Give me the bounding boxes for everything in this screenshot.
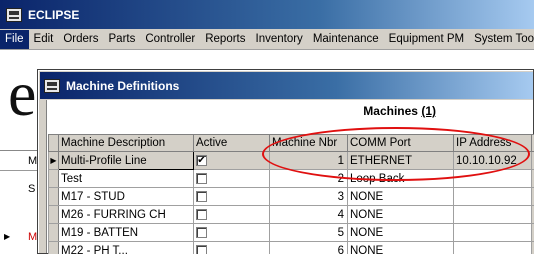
column-header-comm-port[interactable]: COMM Port <box>347 134 454 152</box>
comm-port-cell[interactable]: Loop Back <box>347 169 454 188</box>
machine-nbr-cell[interactable]: 1 <box>269 151 348 170</box>
active-checkbox-cell <box>193 205 270 224</box>
ip-address-cell[interactable] <box>453 169 532 188</box>
menu-equipment-pm[interactable]: Equipment PM <box>384 33 469 45</box>
menu-bar: File Edit Orders Parts Controller Report… <box>0 29 534 50</box>
machine-description-cell[interactable]: M22 - PH T... <box>58 241 194 254</box>
row-selector[interactable] <box>48 241 59 254</box>
machine-description-cell[interactable]: M19 - BATTEN <box>58 223 194 242</box>
menu-reports[interactable]: Reports <box>200 33 250 45</box>
menu-maintenance[interactable]: Maintenance <box>308 33 384 45</box>
machine-description-cell[interactable]: M17 - STUD <box>58 187 194 206</box>
table-row[interactable]: M26 - FURRING CH 4 NONE <box>48 205 534 224</box>
row-selector[interactable] <box>48 169 59 188</box>
machines-section-title: Machines (1) <box>363 104 436 118</box>
machine-nbr-cell[interactable]: 4 <box>269 205 348 224</box>
ip-address-cell[interactable] <box>453 223 532 242</box>
ip-address-cell[interactable] <box>453 241 532 254</box>
dialog-body: Machines (1) Machine Description Active … <box>46 100 534 254</box>
app-window-icon <box>6 7 22 22</box>
background-cell: ▶ M <box>0 227 40 247</box>
current-row-arrow-icon: ▶ <box>48 151 59 170</box>
table-row[interactable]: Test 2 Loop Back <box>48 169 534 188</box>
table-row[interactable]: ▶ Multi-Profile Line ✔ 1 ETHERNET 10.10.… <box>48 151 534 170</box>
menu-controller[interactable]: Controller <box>140 33 200 45</box>
machine-nbr-cell[interactable]: 6 <box>269 241 348 254</box>
background-grid: M S ▶ M <box>0 150 40 254</box>
menu-file[interactable]: File <box>0 29 29 49</box>
table-row[interactable]: M19 - BATTEN 5 NONE <box>48 223 534 242</box>
column-header-active[interactable]: Active <box>193 134 270 152</box>
active-checkbox-cell <box>193 187 270 206</box>
machine-nbr-cell[interactable]: 3 <box>269 187 348 206</box>
menu-edit[interactable]: Edit <box>29 33 59 45</box>
dialog-title: Machine Definitions <box>66 78 180 93</box>
comm-port-cell[interactable]: NONE <box>347 187 454 206</box>
column-header-machine-nbr[interactable]: Machine Nbr <box>269 134 348 152</box>
ip-address-cell[interactable]: 10.10.10.92 <box>453 151 532 170</box>
machine-definitions-dialog: Machine Definitions Machines (1) Machine… <box>37 69 534 254</box>
comm-port-cell[interactable]: NONE <box>347 223 454 242</box>
active-checkbox-cell <box>193 169 270 188</box>
active-checkbox[interactable] <box>196 190 207 202</box>
background-cell: M <box>0 151 40 171</box>
table-row[interactable]: M17 - STUD 3 NONE <box>48 187 534 206</box>
background-logo: e <box>8 58 37 129</box>
active-checkbox[interactable] <box>196 172 207 184</box>
menu-orders[interactable]: Orders <box>58 33 103 45</box>
comm-port-cell[interactable]: ETHERNET <box>347 151 454 170</box>
machines-count: (1) <box>421 104 436 118</box>
row-selector[interactable] <box>48 223 59 242</box>
ip-address-cell[interactable] <box>453 187 532 206</box>
column-header-machine-description[interactable]: Machine Description <box>58 134 194 152</box>
active-checkbox[interactable]: ✔ <box>196 154 207 166</box>
comm-port-cell[interactable]: NONE <box>347 205 454 224</box>
background-cell: S <box>28 183 36 195</box>
row-indicator-icon: ▶ <box>4 232 11 241</box>
machine-description-cell[interactable]: Test <box>58 169 194 188</box>
table-row[interactable]: M22 - PH T... 6 NONE <box>48 241 534 254</box>
machines-grid: Machine Description Active Machine Nbr C… <box>48 134 534 254</box>
app-title: ECLIPSE <box>28 7 80 22</box>
menu-parts[interactable]: Parts <box>104 33 141 45</box>
active-checkbox[interactable] <box>196 208 207 220</box>
row-selector[interactable] <box>48 205 59 224</box>
active-checkbox[interactable] <box>196 226 207 238</box>
active-checkbox-cell: ✔ <box>193 151 270 170</box>
machine-nbr-cell[interactable]: 5 <box>269 223 348 242</box>
active-checkbox[interactable] <box>196 244 207 254</box>
menu-inventory[interactable]: Inventory <box>251 33 308 45</box>
dialog-titlebar[interactable]: Machine Definitions <box>40 72 533 99</box>
machine-description-cell[interactable]: Multi-Profile Line <box>58 151 194 170</box>
grid-corner-header <box>48 134 59 152</box>
ip-address-cell[interactable] <box>453 205 532 224</box>
column-header-ip-address[interactable]: IP Address <box>453 134 532 152</box>
comm-port-cell[interactable]: NONE <box>347 241 454 254</box>
machine-nbr-cell[interactable]: 2 <box>269 169 348 188</box>
app-titlebar: ECLIPSE <box>0 0 534 29</box>
dialog-window-icon <box>44 78 60 93</box>
menu-system-tools[interactable]: System Tools <box>469 33 534 45</box>
active-checkbox-cell <box>193 223 270 242</box>
row-selector[interactable] <box>48 187 59 206</box>
active-checkbox-cell <box>193 241 270 254</box>
machine-description-cell[interactable]: M26 - FURRING CH <box>58 205 194 224</box>
